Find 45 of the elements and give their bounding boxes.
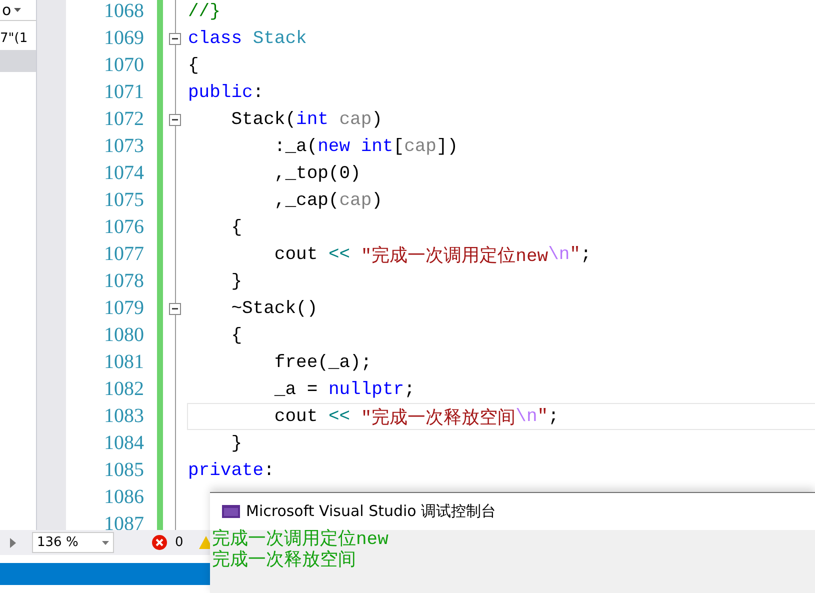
line-number: 1070 [104, 54, 144, 77]
error-count: 0 [175, 535, 184, 550]
current-line: cout << "完成一次释放空间\n"; [187, 403, 815, 430]
code-line: Stack(int cap) [230, 108, 384, 132]
line-number: 1078 [104, 270, 144, 293]
line-number: 1077 [104, 243, 144, 266]
code-line: } [230, 432, 244, 456]
zoom-dropdown[interactable]: 136 % [32, 532, 114, 553]
line-number: 1079 [104, 297, 144, 320]
line-number: 1068 [104, 0, 144, 23]
code-line: ,_top(0) [273, 162, 362, 186]
console-output: 完成一次释放空间 [212, 551, 357, 572]
code-line: { [230, 216, 244, 240]
code-line: class Stack [187, 28, 308, 50]
line-number: 1074 [104, 162, 144, 185]
console-title: Microsoft Visual Studio 调试控制台 [246, 502, 496, 521]
code-line: } [230, 270, 244, 294]
console-output: 完成一次调用定位new [212, 530, 390, 550]
line-number: 1071 [104, 81, 144, 104]
code-line: _a = nullptr; [273, 378, 416, 402]
code-line: ~Stack() [230, 298, 319, 320]
line-number: 1073 [104, 135, 144, 158]
line-number: 1075 [104, 189, 144, 212]
line-number: 1076 [104, 216, 144, 239]
code-line: { [187, 54, 200, 78]
line-number: 1082 [104, 378, 144, 401]
code-line: cout << "完成一次调用定位new\n"; [273, 244, 592, 268]
code-line: free(_a); [273, 352, 373, 374]
line-number: 1086 [104, 486, 144, 509]
line-number: 1081 [104, 351, 144, 374]
code-line: //} [187, 0, 222, 24]
line-number: 1085 [104, 459, 144, 482]
line-number: 1084 [104, 432, 144, 455]
code-line: public: [187, 82, 265, 104]
line-number: 1087 [104, 513, 144, 530]
code-line: { [230, 324, 244, 348]
code-line: :_a(new int[cap]) [273, 136, 460, 158]
line-number: 1080 [104, 324, 144, 347]
line-number: 1069 [104, 27, 144, 50]
code-line: private: [187, 460, 276, 482]
side-text: 7"(1 [0, 31, 29, 46]
line-number: 1072 [104, 108, 144, 131]
code-line: ,_cap(cap) [273, 190, 384, 212]
dropdown-value: o [2, 1, 12, 19]
line-number: 1083 [104, 405, 144, 428]
